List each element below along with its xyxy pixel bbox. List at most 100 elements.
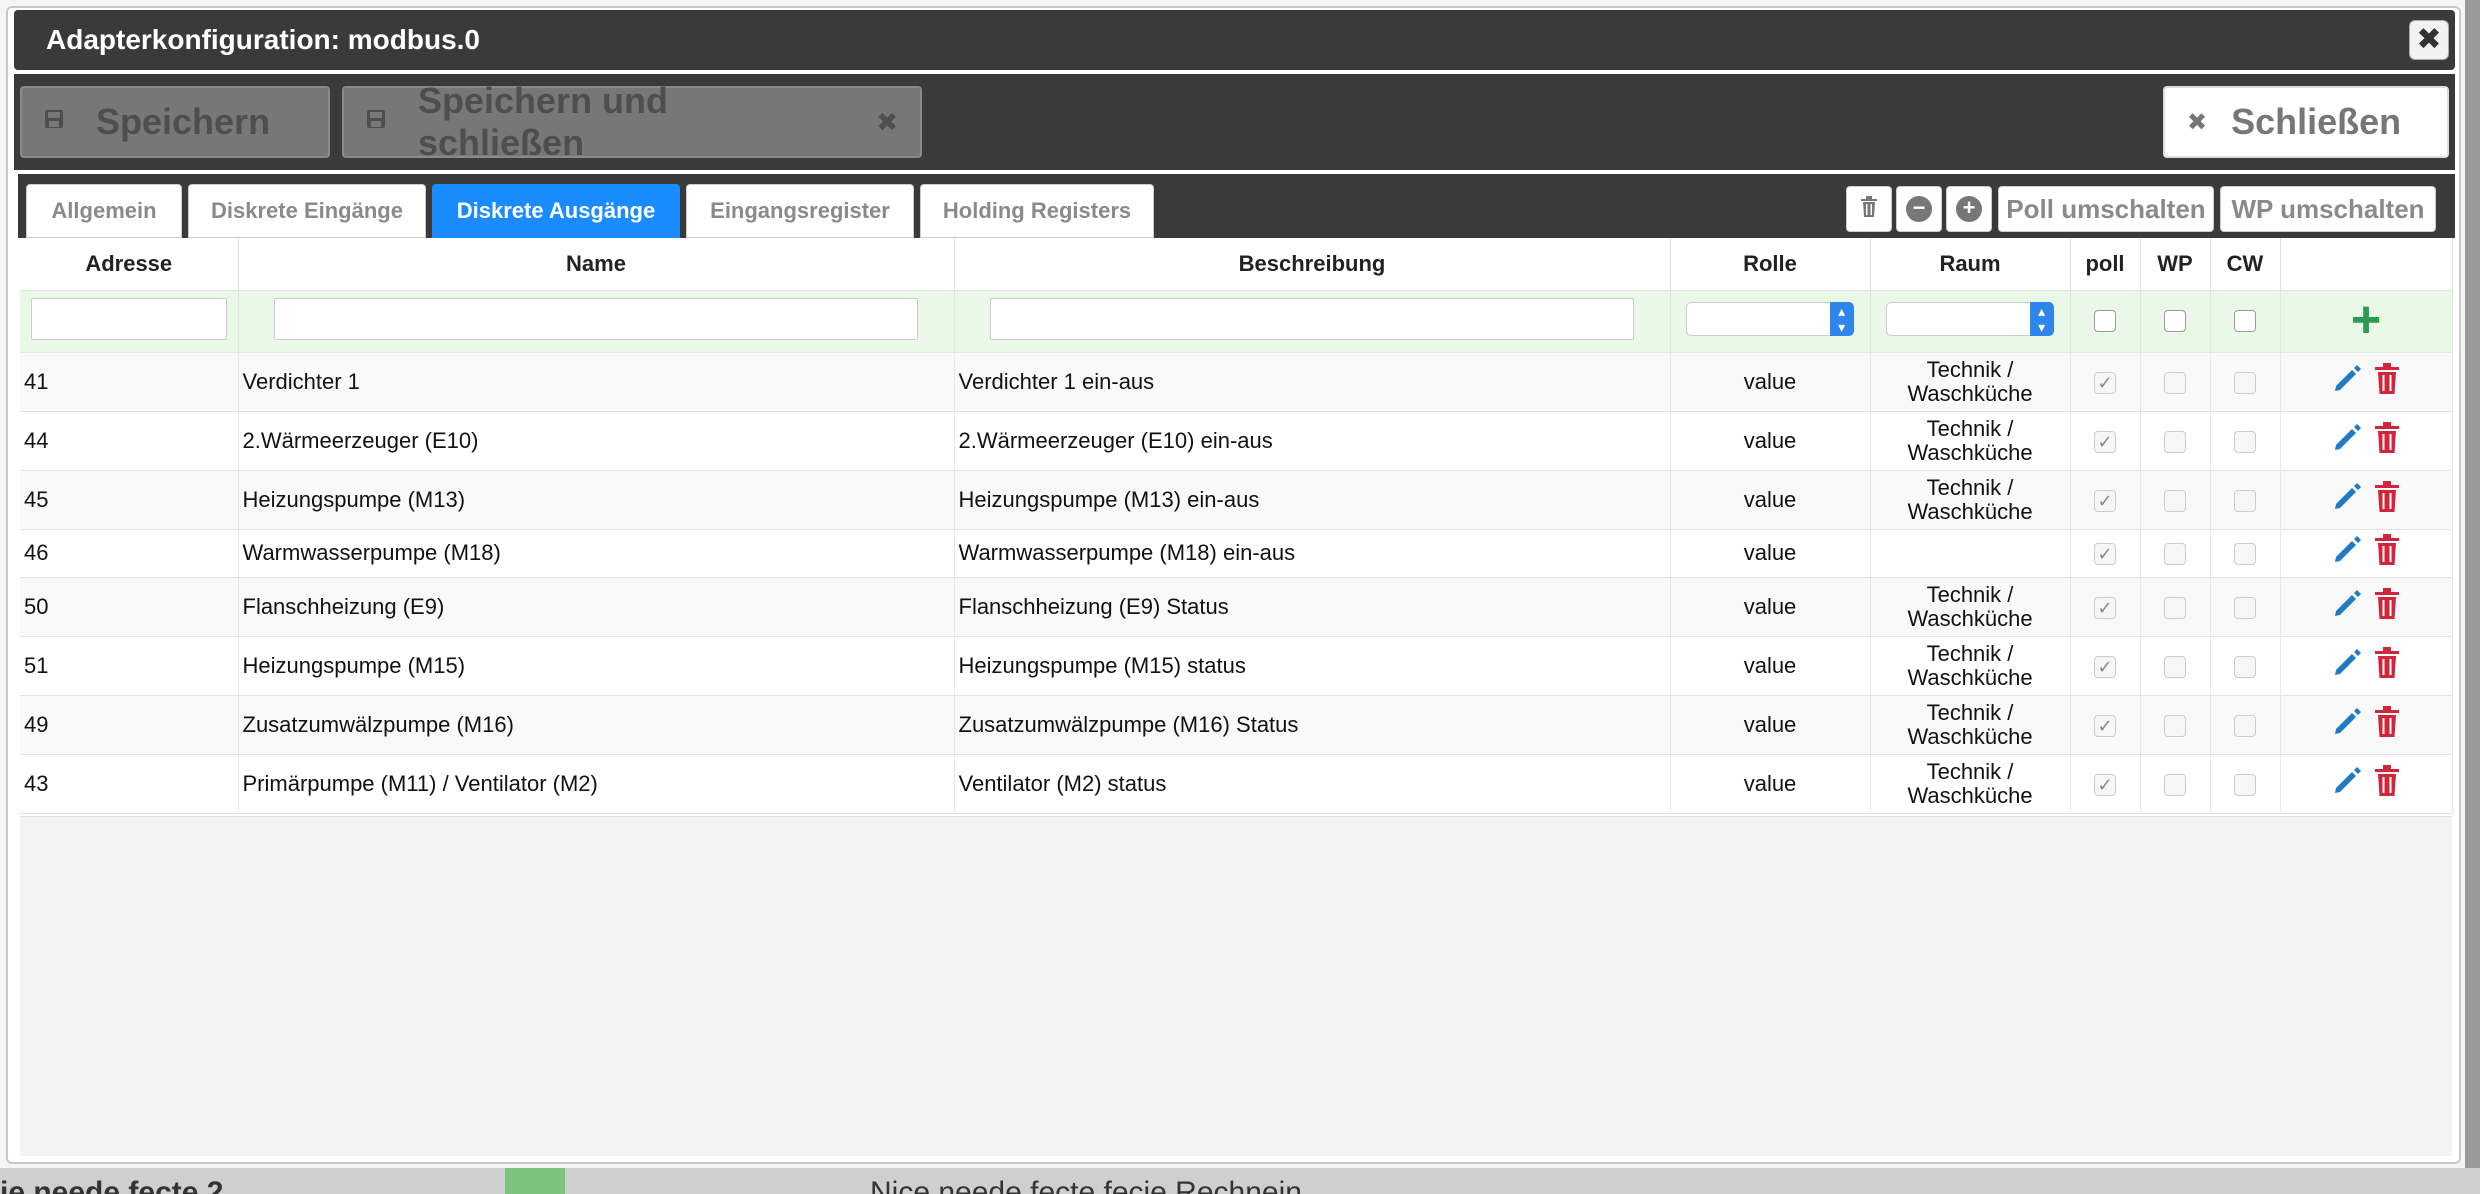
save-and-close-button[interactable]: Speichern und schließen ✖ xyxy=(342,80,922,163)
wp-checkbox[interactable] xyxy=(2164,655,2186,678)
cw-checkbox[interactable] xyxy=(2234,489,2256,512)
cell-address[interactable]: 46 xyxy=(20,529,239,578)
filter-description-input[interactable] xyxy=(990,297,1634,340)
poll-checkbox[interactable]: ✓ xyxy=(2094,489,2116,512)
cell-role[interactable]: value xyxy=(1670,577,1871,637)
cell-description[interactable]: 2.Wärmeerzeuger (E10) ein-aus xyxy=(954,411,1671,471)
trash-icon[interactable] xyxy=(2374,587,2400,626)
expand-button[interactable]: + xyxy=(1946,186,1992,232)
poll-checkbox[interactable]: ✓ xyxy=(2094,773,2116,796)
cell-description[interactable]: Heizungspumpe (M15) status xyxy=(954,636,1671,696)
poll-checkbox[interactable]: ✓ xyxy=(2094,655,2116,678)
cell-description[interactable]: Flanschheizung (E9) Status xyxy=(954,577,1671,637)
dialog-close-button[interactable]: ✖ xyxy=(2409,20,2449,60)
poll-toggle-button[interactable]: Poll umschalten xyxy=(1998,186,2214,232)
cell-address[interactable]: 45 xyxy=(20,470,239,530)
pencil-icon[interactable] xyxy=(2332,362,2364,402)
filter-address-input[interactable] xyxy=(30,297,227,340)
cw-checkbox[interactable] xyxy=(2234,714,2256,737)
tab-diskrete-eingaenge[interactable]: Diskrete Eingänge xyxy=(188,184,426,238)
filter-wp-checkbox[interactable] xyxy=(2164,310,2186,332)
wp-checkbox[interactable] xyxy=(2164,371,2186,394)
cell-role[interactable]: value xyxy=(1670,470,1871,530)
tab-eingangsregister[interactable]: Eingangsregister xyxy=(686,184,914,238)
wp-checkbox[interactable] xyxy=(2164,773,2186,796)
cell-name[interactable]: Heizungspumpe (M15) xyxy=(238,636,955,696)
cell-name[interactable]: Zusatzumwälzpumpe (M16) xyxy=(238,695,955,755)
poll-checkbox[interactable]: ✓ xyxy=(2094,371,2116,394)
table-row[interactable]: 46 Warmwasserpumpe (M18) Warmwasserpumpe (… xyxy=(20,529,2453,578)
trash-icon[interactable] xyxy=(2374,705,2400,744)
filter-role-select[interactable]: ▴ ▾ xyxy=(1686,301,1854,336)
save-button[interactable]: Speichern xyxy=(20,86,330,158)
cell-role[interactable]: value xyxy=(1670,695,1871,755)
cell-room[interactable]: Technik / Waschküche xyxy=(1870,636,2071,696)
cw-checkbox[interactable] xyxy=(2234,596,2256,619)
pencil-icon[interactable] xyxy=(2332,533,2364,573)
cell-room[interactable]: Technik / Waschküche xyxy=(1870,695,2071,755)
wp-checkbox[interactable] xyxy=(2164,430,2186,453)
trash-icon[interactable] xyxy=(2374,764,2400,803)
trash-icon[interactable] xyxy=(2374,480,2400,519)
cell-description[interactable]: Warmwasserpumpe (M18) ein-aus xyxy=(954,529,1671,578)
pencil-icon[interactable] xyxy=(2332,421,2364,461)
cell-address[interactable]: 51 xyxy=(20,636,239,696)
cw-checkbox[interactable] xyxy=(2234,773,2256,796)
trash-icon[interactable] xyxy=(2374,534,2400,572)
wp-checkbox[interactable] xyxy=(2164,543,2186,566)
table-row[interactable]: 45 Heizungspumpe (M13) Heizungspumpe (M13)… xyxy=(20,470,2453,530)
cell-address[interactable]: 41 xyxy=(20,352,239,412)
header-beschreibung[interactable]: Beschreibung xyxy=(954,238,1671,291)
pencil-icon[interactable] xyxy=(2332,646,2364,686)
cell-name[interactable]: Warmwasserpumpe (M18) xyxy=(238,529,955,578)
table-row[interactable]: 44 2.Wärmeerzeuger (E10) 2.Wärmeerzeuger (… xyxy=(20,411,2453,471)
cell-address[interactable]: 50 xyxy=(20,577,239,637)
cell-room[interactable]: Technik / Waschküche xyxy=(1870,411,2071,471)
pencil-icon[interactable] xyxy=(2332,764,2364,804)
pencil-icon[interactable] xyxy=(2332,587,2364,627)
poll-checkbox[interactable]: ✓ xyxy=(2094,543,2116,566)
cw-checkbox[interactable] xyxy=(2234,430,2256,453)
trash-icon[interactable] xyxy=(2374,646,2400,685)
filter-cw-checkbox[interactable] xyxy=(2234,310,2256,332)
cell-address[interactable]: 49 xyxy=(20,695,239,755)
collapse-button[interactable]: − xyxy=(1896,186,1942,232)
cell-address[interactable]: 43 xyxy=(20,754,239,814)
cell-role[interactable]: value xyxy=(1670,352,1871,412)
cell-name[interactable]: Primärpumpe (M11) / Ventilator (M2) xyxy=(238,754,955,814)
header-raum[interactable]: Raum xyxy=(1870,238,2071,291)
poll-checkbox[interactable]: ✓ xyxy=(2094,430,2116,453)
table-row[interactable]: 49 Zusatzumwälzpumpe (M16) Zusatzumwälzpum… xyxy=(20,695,2453,755)
header-rolle[interactable]: Rolle xyxy=(1670,238,1871,291)
filter-name-input[interactable] xyxy=(274,297,918,340)
table-row[interactable]: 43 Primärpumpe (M11) / Ventilator (M2) Ven… xyxy=(20,754,2453,814)
delete-all-button[interactable] xyxy=(1846,186,1892,232)
cell-role[interactable]: value xyxy=(1670,411,1871,471)
table-row[interactable]: 50 Flanschheizung (E9) Flanschheizung (E9)… xyxy=(20,577,2453,637)
cell-room[interactable]: Technik / Waschküche xyxy=(1870,470,2071,530)
cell-role[interactable]: value xyxy=(1670,529,1871,578)
cell-room[interactable]: Technik / Waschküche xyxy=(1870,352,2071,412)
header-adresse[interactable]: Adresse xyxy=(20,238,239,291)
trash-icon[interactable] xyxy=(2374,362,2400,401)
header-cw[interactable]: CW xyxy=(2210,238,2281,291)
add-row-icon[interactable]: + xyxy=(2351,291,2381,349)
cell-description[interactable]: Verdichter 1 ein-aus xyxy=(954,352,1671,412)
wp-checkbox[interactable] xyxy=(2164,489,2186,512)
header-poll[interactable]: poll xyxy=(2070,238,2141,291)
cw-checkbox[interactable] xyxy=(2234,371,2256,394)
header-wp[interactable]: WP xyxy=(2140,238,2211,291)
cell-room[interactable]: Technik / Waschküche xyxy=(1870,577,2071,637)
cell-name[interactable]: 2.Wärmeerzeuger (E10) xyxy=(238,411,955,471)
cell-name[interactable]: Verdichter 1 xyxy=(238,352,955,412)
tab-holding-registers[interactable]: Holding Registers xyxy=(920,184,1154,238)
cell-description[interactable]: Zusatzumwälzpumpe (M16) Status xyxy=(954,695,1671,755)
tab-diskrete-ausgaenge[interactable]: Diskrete Ausgänge xyxy=(432,184,680,238)
cell-address[interactable]: 44 xyxy=(20,411,239,471)
header-name[interactable]: Name xyxy=(238,238,955,291)
wp-checkbox[interactable] xyxy=(2164,596,2186,619)
cell-name[interactable]: Flanschheizung (E9) xyxy=(238,577,955,637)
cell-room[interactable]: Technik / Waschküche xyxy=(1870,754,2071,814)
pencil-icon[interactable] xyxy=(2332,480,2364,520)
pencil-icon[interactable] xyxy=(2332,705,2364,745)
